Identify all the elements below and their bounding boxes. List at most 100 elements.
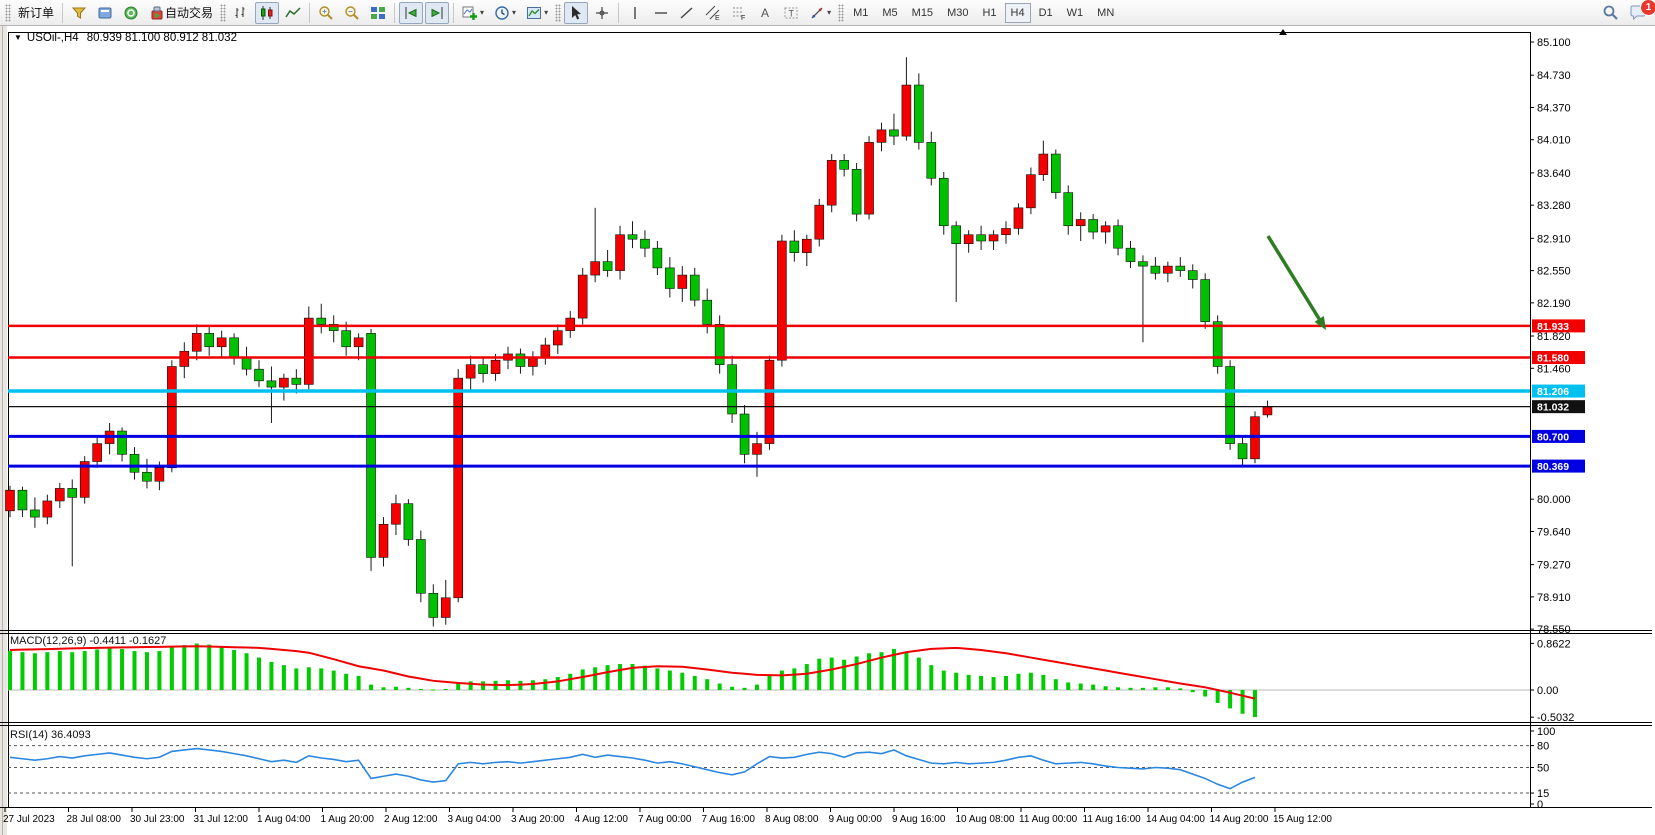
dropdown-caret-icon: ▾ <box>544 8 548 17</box>
new-order-label: 新订单 <box>18 4 54 21</box>
svg-text:15 Aug 12:00: 15 Aug 12:00 <box>1273 814 1332 825</box>
navigator-button[interactable] <box>93 2 117 24</box>
fibonacci-icon: F <box>731 5 747 21</box>
bar-chart-button[interactable] <box>229 2 253 24</box>
notifications-button[interactable]: 1 <box>1625 2 1651 24</box>
price-line-label: 81.206 <box>1532 385 1585 399</box>
timeframe-h1-button[interactable]: H1 <box>976 3 1002 23</box>
toolbar-drag-handle[interactable] <box>838 4 844 22</box>
text-label-icon: T <box>783 5 799 21</box>
bar-chart-icon <box>233 5 249 21</box>
vertical-line-icon <box>627 5 643 21</box>
svg-text:0: 0 <box>1537 799 1543 811</box>
svg-text:80.700: 80.700 <box>1537 431 1569 443</box>
zoom-out-button[interactable] <box>340 2 364 24</box>
svg-text:1 Aug 20:00: 1 Aug 20:00 <box>321 814 375 825</box>
svg-text:8 Aug 08:00: 8 Aug 08:00 <box>765 814 819 825</box>
trend-arrow-annotation <box>1268 236 1326 330</box>
svg-text:82.190: 82.190 <box>1537 298 1571 310</box>
svg-text:80.369: 80.369 <box>1537 461 1569 473</box>
svg-text:84.370: 84.370 <box>1537 102 1571 114</box>
terminal-icon <box>123 5 139 21</box>
svg-text:9 Aug 16:00: 9 Aug 16:00 <box>892 814 946 825</box>
toolbar-separator <box>394 3 395 23</box>
timeframe-label: M1 <box>853 7 868 19</box>
text-label-button[interactable]: T <box>779 2 803 24</box>
line-chart-button[interactable] <box>281 2 305 24</box>
toolbar-drag-handle[interactable] <box>220 4 226 22</box>
zoom-in-button[interactable] <box>314 2 338 24</box>
svg-text:1 Aug 04:00: 1 Aug 04:00 <box>257 814 311 825</box>
templates-button[interactable]: ▾ <box>522 2 552 24</box>
candlestick-chart-button[interactable] <box>255 2 279 24</box>
trendline-button[interactable] <box>675 2 699 24</box>
search-icon <box>1602 4 1619 21</box>
macd-pane: 0.86220.00-0.5032 <box>8 638 1574 724</box>
equidistant-channel-button[interactable]: E <box>701 2 725 24</box>
toolbar-separator <box>309 3 310 23</box>
navigator-icon <box>97 5 113 21</box>
add-indicator-icon <box>462 5 478 21</box>
text-button[interactable]: A <box>753 2 777 24</box>
timeframe-m1-button[interactable]: M1 <box>847 3 874 23</box>
svg-text:83.280: 83.280 <box>1537 200 1571 212</box>
price-line-label: 80.700 <box>1532 430 1585 444</box>
svg-text:A: A <box>761 6 769 20</box>
svg-text:82.910: 82.910 <box>1537 233 1571 245</box>
timeframe-d1-button[interactable]: D1 <box>1033 3 1059 23</box>
toolbar-drag-handle[interactable] <box>555 4 561 22</box>
price-line-label: 81.032 <box>1532 400 1585 414</box>
chart-shift-button[interactable] <box>425 2 449 24</box>
price-line-label: 81.580 <box>1532 351 1585 365</box>
autotrading-button[interactable]: 自动交易 <box>145 2 217 24</box>
svg-text:9 Aug 00:00: 9 Aug 00:00 <box>829 814 883 825</box>
timeframe-w1-button[interactable]: W1 <box>1061 3 1090 23</box>
toolbar-separator <box>453 3 454 23</box>
periods-clock-icon <box>494 5 510 21</box>
svg-text:7 Aug 00:00: 7 Aug 00:00 <box>638 814 692 825</box>
svg-text:80: 80 <box>1537 741 1549 753</box>
symbol-dropdown-icon[interactable]: ▼ <box>14 33 22 42</box>
notification-badge: 1 <box>1640 0 1655 16</box>
toolbar-separator <box>618 3 619 23</box>
text-icon: A <box>757 5 773 21</box>
auto-scroll-button[interactable] <box>399 2 423 24</box>
price-axis: 85.10084.73084.37084.01083.64083.28082.9… <box>1530 37 1585 636</box>
market-watch-button[interactable] <box>67 2 91 24</box>
svg-text:3 Aug 20:00: 3 Aug 20:00 <box>511 814 565 825</box>
horizontal-line-button[interactable] <box>649 2 673 24</box>
svg-text:79.640: 79.640 <box>1537 526 1571 538</box>
main-toolbar: 新订单 自动交易 ▾ ▾ ▾ E F A T ▾ M1 M5 M15 M30 H… <box>0 0 1655 26</box>
svg-text:81.206: 81.206 <box>1537 386 1569 398</box>
chart-canvas[interactable]: 85.10084.73084.37084.01083.64083.28082.9… <box>0 26 1655 835</box>
svg-text:31 Jul 12:00: 31 Jul 12:00 <box>194 814 249 825</box>
svg-text:28 Jul 08:00: 28 Jul 08:00 <box>67 814 122 825</box>
timeframe-label: D1 <box>1039 7 1053 19</box>
timeframe-m15-button[interactable]: M15 <box>906 3 939 23</box>
new-order-button[interactable]: 新订单 <box>14 2 58 24</box>
fibonacci-button[interactable]: F <box>727 2 751 24</box>
tile-windows-button[interactable] <box>366 2 390 24</box>
timeframe-mn-button[interactable]: MN <box>1091 3 1120 23</box>
svg-text:83.640: 83.640 <box>1537 168 1571 180</box>
arrows-button[interactable]: ▾ <box>805 2 835 24</box>
symbol-period-label: USOil-,H4 <box>27 32 79 44</box>
cursor-button[interactable] <box>564 2 588 24</box>
ohlc-values: 80.939 81.100 80.912 81.032 <box>87 32 237 44</box>
search-button[interactable] <box>1598 2 1623 24</box>
timeframe-label: M15 <box>912 7 933 19</box>
add-indicator-button[interactable]: ▾ <box>458 2 488 24</box>
timeframe-m5-button[interactable]: M5 <box>876 3 903 23</box>
price-line-label: 81.933 <box>1532 319 1585 333</box>
periods-button[interactable]: ▾ <box>490 2 520 24</box>
crosshair-button[interactable] <box>590 2 614 24</box>
dropdown-caret-icon: ▾ <box>512 8 516 17</box>
svg-text:84.730: 84.730 <box>1537 70 1571 82</box>
timeframe-m30-button[interactable]: M30 <box>941 3 974 23</box>
timeframe-h4-button[interactable]: H4 <box>1005 3 1031 23</box>
rsi-pane: 1008050150 <box>8 726 1555 811</box>
terminal-button[interactable] <box>119 2 143 24</box>
svg-text:F: F <box>741 15 745 21</box>
vertical-line-button[interactable] <box>623 2 647 24</box>
toolbar-drag-handle[interactable] <box>5 4 11 22</box>
